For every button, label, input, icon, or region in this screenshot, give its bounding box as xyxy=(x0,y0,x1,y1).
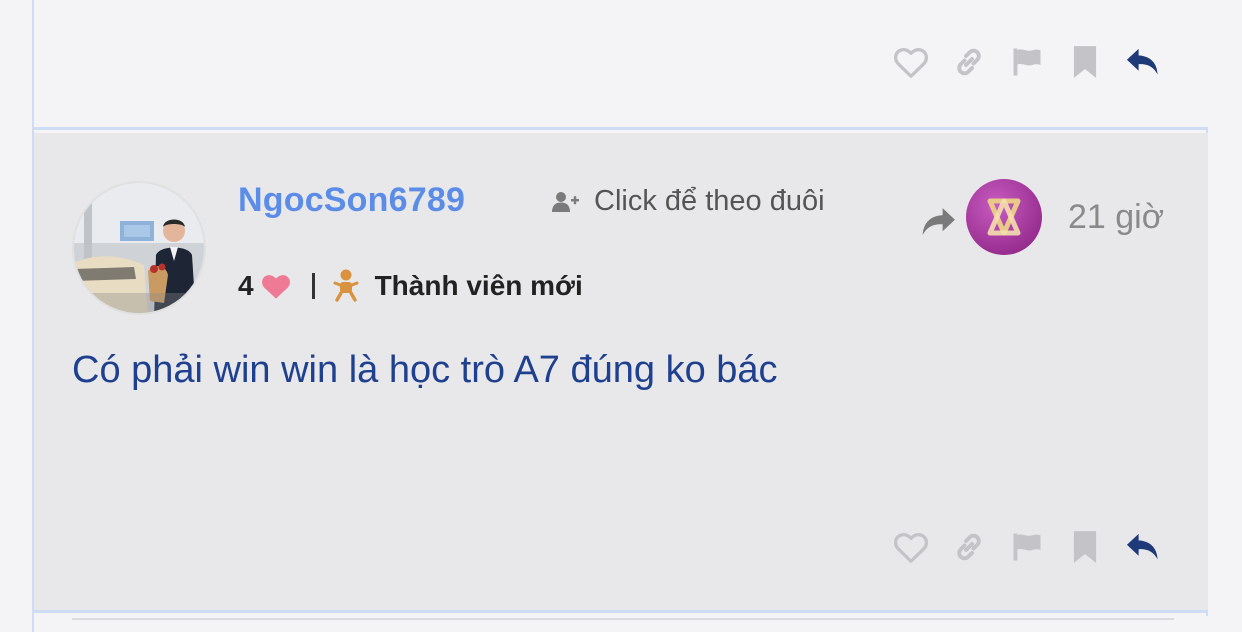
like-button[interactable] xyxy=(882,40,940,84)
avatar-photo xyxy=(74,183,204,313)
bookmark-button[interactable] xyxy=(1056,40,1114,84)
thread-page: NgocSon6789 Click để theo đuôi 4 Thành v… xyxy=(0,0,1242,632)
bookmark-button[interactable] xyxy=(1056,525,1114,569)
report-button[interactable] xyxy=(998,40,1056,84)
rank-label: Thành viên mới xyxy=(374,270,583,301)
post-time[interactable]: 21 giờ xyxy=(1068,198,1164,237)
next-post xyxy=(34,616,1208,632)
post-meta: 21 giờ xyxy=(918,179,1164,255)
like-button[interactable] xyxy=(882,525,940,569)
post-separator xyxy=(72,618,1174,620)
previous-post-actions xyxy=(882,40,1172,84)
heart-outline-icon xyxy=(893,47,929,78)
previous-post xyxy=(34,0,1208,130)
copy-link-button[interactable] xyxy=(940,525,998,569)
share-arrow-icon[interactable] xyxy=(918,205,958,239)
flag-icon xyxy=(1013,533,1041,561)
add-user-icon xyxy=(552,191,579,212)
baby-icon xyxy=(333,269,359,302)
community-badge[interactable] xyxy=(966,179,1042,255)
report-button[interactable] xyxy=(998,525,1056,569)
likes-count: 4 xyxy=(238,270,254,301)
bookmark-icon xyxy=(1073,531,1097,563)
link-icon xyxy=(957,533,981,561)
post-card: NgocSon6789 Click để theo đuôi 4 Thành v… xyxy=(34,133,1208,613)
post-content: Có phải win win là học trò A7 đúng ko bá… xyxy=(72,349,778,391)
stats-divider xyxy=(311,273,315,299)
username-link[interactable]: NgocSon6789 xyxy=(238,181,465,220)
heart-outline-icon xyxy=(893,532,929,563)
link-icon xyxy=(957,48,981,76)
avatar[interactable] xyxy=(72,181,206,315)
reply-icon xyxy=(1126,48,1158,75)
star-logo-icon xyxy=(987,198,1021,236)
follow-label: Click để theo đuôi xyxy=(594,185,825,217)
reply-button[interactable] xyxy=(1114,525,1172,569)
copy-link-button[interactable] xyxy=(940,40,998,84)
post-actions xyxy=(882,525,1172,569)
flag-icon xyxy=(1013,48,1041,76)
follow-button[interactable]: Click để theo đuôi xyxy=(552,185,825,218)
bookmark-icon xyxy=(1073,46,1097,78)
user-stats: 4 Thành viên mới xyxy=(238,269,583,303)
reply-button[interactable] xyxy=(1114,40,1172,84)
heart-icon xyxy=(261,275,290,299)
reply-icon xyxy=(1126,533,1158,560)
